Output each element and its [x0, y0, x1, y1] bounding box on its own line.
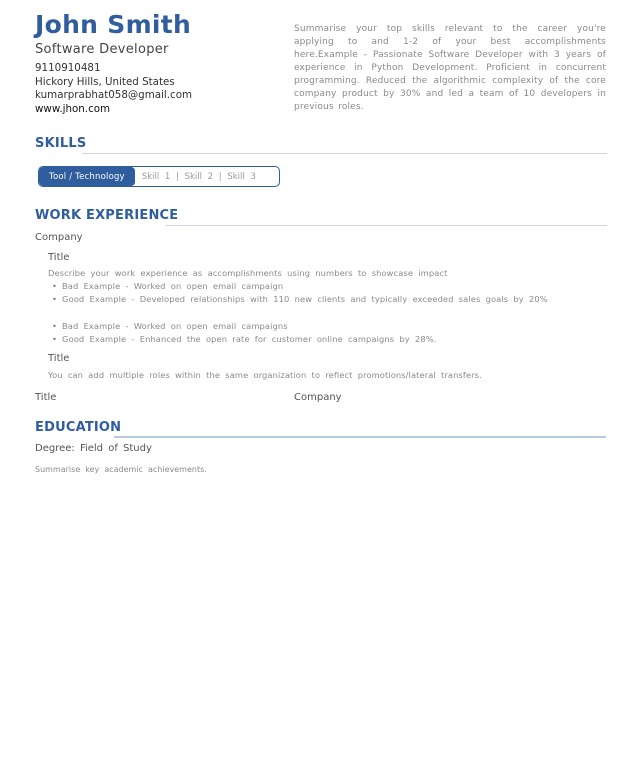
resume-page: John Smith Software Developer 9110910481… — [0, 0, 640, 780]
candidate-name: John Smith — [35, 10, 192, 39]
work-section-title: WORK EXPERIENCE — [35, 208, 179, 223]
education-section-title: EDUCATION — [35, 420, 122, 435]
phone: 9110910481 — [35, 62, 101, 74]
job-title: Title — [48, 252, 70, 263]
contact-info: 9110910481 Hickory Hills, United States … — [35, 62, 192, 116]
list-item: Bad Example - Worked on open email campa… — [52, 280, 548, 293]
company-name: Company — [294, 392, 342, 403]
profile-summary: Summarise your top skills relevant to th… — [294, 24, 606, 112]
job-description: You can add multiple roles within the sa… — [48, 370, 482, 380]
list-item: Bad Example - Worked on open email campa… — [52, 320, 436, 333]
job-title: Title — [48, 353, 70, 364]
bullet-list: Bad Example - Worked on open email campa… — [52, 320, 436, 347]
website-link[interactable]: www.jhon.com — [35, 103, 192, 117]
education-degree: Degree: Field of Study — [35, 443, 152, 454]
skills-group: Tool / Technology Skill 1 | Skill 2 | Sk… — [38, 166, 280, 187]
education-summary: Summarise key academic achievements. — [35, 465, 207, 474]
job-title: Title — [35, 392, 57, 403]
skill-category: Tool / Technology — [39, 167, 135, 186]
list-item: Good Example - Developed relationships w… — [52, 293, 548, 306]
job-description: Describe your work experience as accompl… — [48, 268, 448, 278]
candidate-role: Software Developer — [35, 42, 169, 57]
skill-list: Skill 1 | Skill 2 | Skill 3 — [141, 171, 256, 182]
work-divider — [166, 225, 607, 226]
skills-section-title: SKILLS — [35, 136, 87, 151]
company-name: Company — [35, 232, 83, 243]
education-divider — [114, 436, 606, 438]
bullet-list: Bad Example - Worked on open email campa… — [52, 280, 548, 307]
location: Hickory Hills, United States — [35, 75, 175, 88]
list-item: Good Example - Enhanced the open rate fo… — [52, 333, 436, 346]
skills-divider — [82, 153, 607, 154]
email[interactable]: kumarprabhat058@gmail.com — [35, 89, 192, 103]
